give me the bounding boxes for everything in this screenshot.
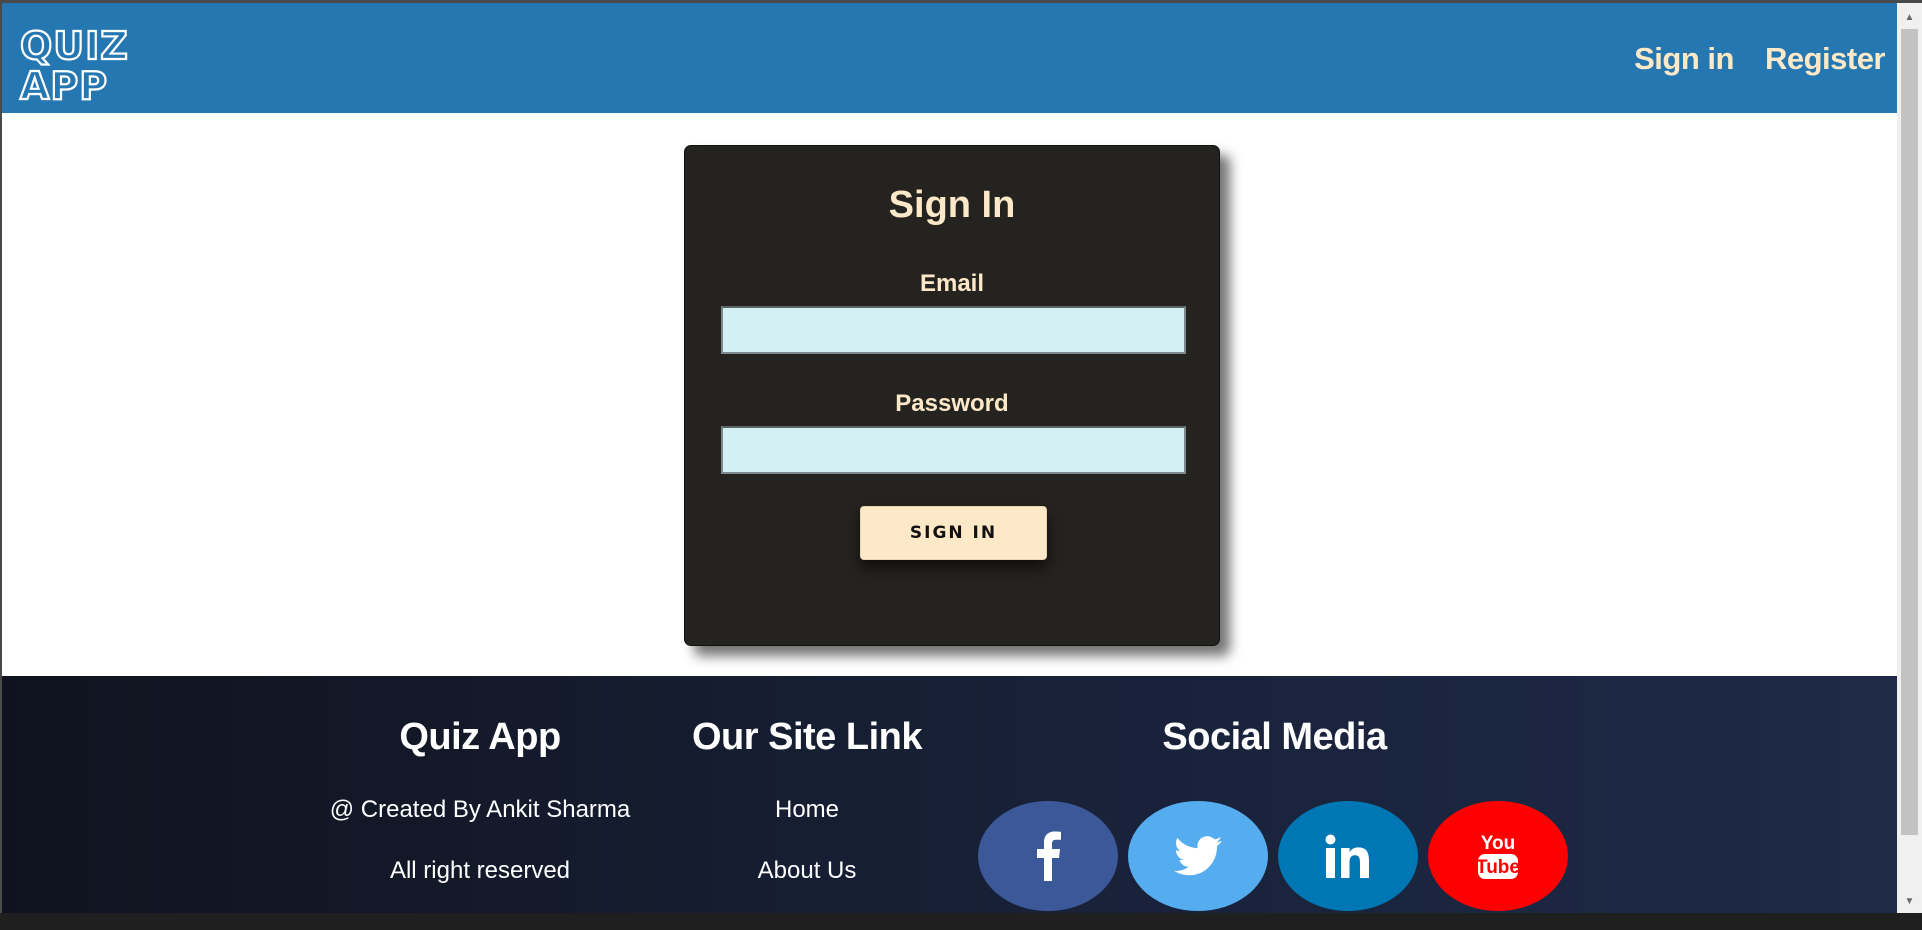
vertical-scrollbar[interactable]: ▲ ▼	[1897, 3, 1922, 913]
linkedin-icon	[1325, 834, 1371, 878]
footer-about-link[interactable]: About Us	[652, 857, 962, 885]
svg-text:QUIZ: QUIZ	[20, 25, 129, 68]
facebook-button[interactable]	[978, 801, 1118, 911]
password-input[interactable]	[721, 426, 1186, 474]
browser-viewport: QUIZ APP Sign in Register Sign In Email …	[2, 3, 1897, 913]
site-header: QUIZ APP Sign in Register	[2, 3, 1897, 113]
scroll-down-arrow-icon[interactable]: ▼	[1897, 891, 1922, 911]
scrollbar-thumb[interactable]	[1901, 29, 1918, 835]
twitter-button[interactable]	[1128, 801, 1268, 911]
facebook-icon	[1033, 831, 1063, 881]
site-footer: Quiz App @ Created By Ankit Sharma All r…	[2, 676, 1897, 913]
twitter-icon	[1174, 836, 1222, 876]
top-nav: Sign in Register	[1634, 41, 1885, 77]
youtube-icon: You Tube	[1476, 831, 1520, 881]
footer-credit-text: @ Created By Ankit Sharma	[329, 796, 631, 823]
nav-sign-in-link[interactable]: Sign in	[1634, 41, 1734, 77]
footer-site-link-title: Our Site Link	[692, 716, 922, 758]
footer-quiz-app-title: Quiz App	[399, 716, 561, 758]
svg-text:You: You	[1481, 833, 1515, 854]
sign-in-card: Sign In Email Password SIGN IN	[684, 145, 1220, 646]
email-label: Email	[919, 270, 985, 297]
sign-in-title: Sign In	[888, 184, 1016, 226]
password-label: Password	[895, 390, 1009, 417]
svg-text:APP: APP	[20, 64, 108, 105]
nav-register-link[interactable]: Register	[1765, 41, 1886, 77]
footer-social-title: Social Media	[1162, 716, 1387, 758]
youtube-button[interactable]: You Tube	[1428, 801, 1568, 911]
os-taskbar	[0, 913, 1922, 930]
footer-rights-text: All right reserved	[389, 857, 571, 884]
footer-home-link[interactable]: Home	[652, 796, 962, 824]
quiz-app-logo[interactable]: QUIZ APP	[18, 23, 148, 109]
svg-text:Tube: Tube	[1476, 857, 1520, 878]
email-input[interactable]	[721, 306, 1186, 354]
scroll-up-arrow-icon[interactable]: ▲	[1897, 7, 1922, 27]
linkedin-button[interactable]	[1278, 801, 1418, 911]
sign-in-button[interactable]: SIGN IN	[860, 506, 1047, 560]
